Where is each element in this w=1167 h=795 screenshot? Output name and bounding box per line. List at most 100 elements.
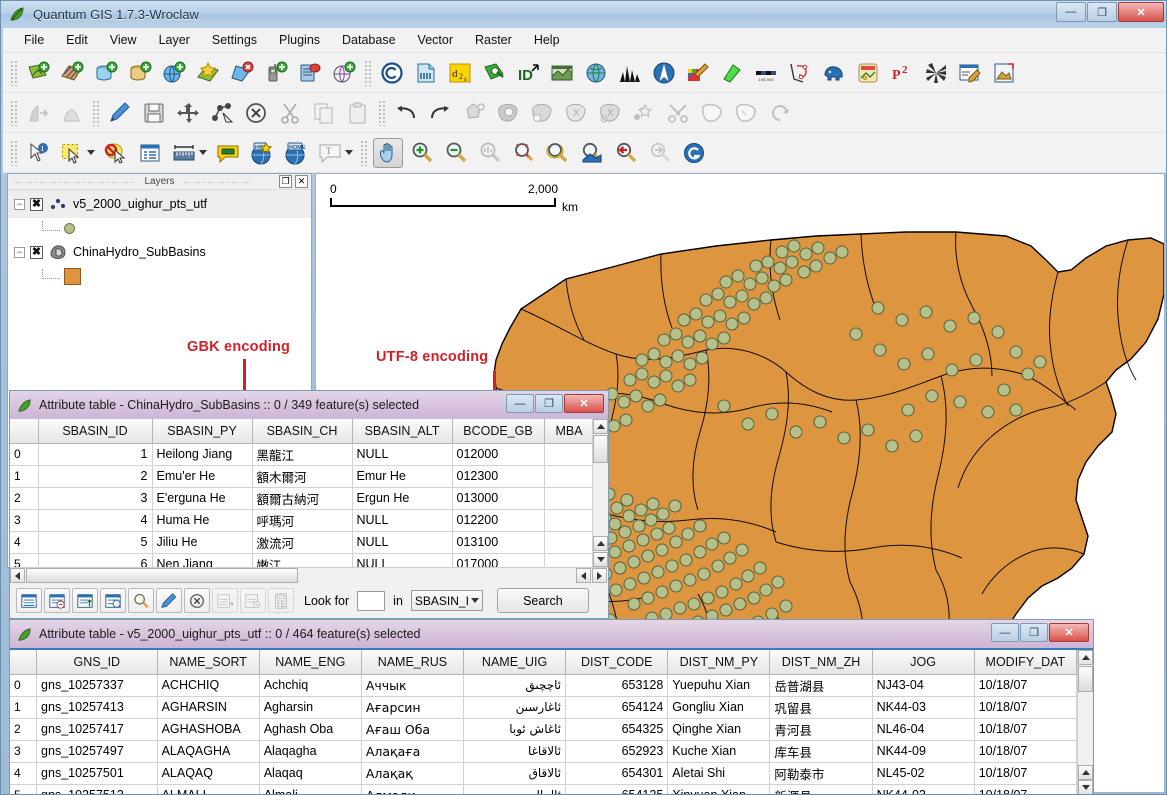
zoom-to-layer-extent-icon[interactable] <box>577 138 607 168</box>
cell-modify-dat[interactable]: 10/18/07 <box>974 740 1078 763</box>
kite-icon[interactable] <box>717 58 747 88</box>
minimize-button[interactable]: — <box>1056 2 1086 22</box>
redo-icon[interactable] <box>425 98 455 128</box>
expander-icon[interactable]: − <box>14 246 25 258</box>
cell-name-uig[interactable]: ئاچچىق <box>463 674 567 697</box>
scroll-right-button[interactable] <box>592 568 607 583</box>
scroll-up-button[interactable] <box>593 419 608 434</box>
gps-information-icon[interactable] <box>679 138 709 168</box>
cell-dist-nm-zh[interactable]: 阿勒泰市 <box>769 762 873 785</box>
cell-sbasin-id[interactable]: 4 <box>38 509 153 532</box>
toggle-editing-icon[interactable] <box>105 98 135 128</box>
cell-dist-code[interactable]: 654124 <box>565 696 669 719</box>
add-part-icon[interactable] <box>527 98 557 128</box>
cell-dist-code[interactable]: 654125 <box>565 784 669 794</box>
menu-edit[interactable]: Edit <box>55 30 99 50</box>
cell-dist-nm-zh[interactable]: 新源县 <box>769 784 873 794</box>
cell-sbasin-ch[interactable]: 激流河 <box>252 531 353 554</box>
col-header-name-uig[interactable]: NAME_UIG <box>463 650 567 675</box>
attr1-grid[interactable]: SBASIN_ID SBASIN_PY SBASIN_CH SBASIN_ALT… <box>10 419 608 576</box>
row-index[interactable]: 3 <box>10 740 38 763</box>
minimize-button[interactable]: — <box>506 394 534 413</box>
cell-name-rus[interactable]: Ағаш Оба <box>361 718 465 741</box>
toolbar-handle[interactable] <box>10 99 18 126</box>
copyright-label-icon[interactable] <box>377 58 407 88</box>
row-index[interactable]: 0 <box>10 674 38 697</box>
field-select-dropdown[interactable]: SBASIN_I <box>410 590 483 611</box>
zoom-next-icon[interactable] <box>645 138 675 168</box>
cell-name-rus[interactable]: Алмали <box>361 784 465 794</box>
scroll-thumb[interactable] <box>1078 666 1093 692</box>
table-row[interactable]: 1 2 Emu'er He 額木爾河 Emur He 012300 <box>10 465 595 488</box>
export-image-icon[interactable] <box>989 58 1019 88</box>
menu-layer[interactable]: Layer <box>148 30 201 50</box>
attr1-horizontal-scrollbar[interactable] <box>10 567 608 584</box>
cell-name-sort[interactable]: ALMALI <box>157 784 260 794</box>
menu-file[interactable]: File <box>13 30 55 50</box>
map-tips-icon[interactable] <box>213 138 243 168</box>
table-row[interactable]: 4 5 Jiliu He 激流河 NULL 013100 <box>10 531 595 554</box>
save-edits-icon[interactable] <box>139 98 169 128</box>
cell-sbasin-ch[interactable]: 呼瑪河 <box>252 509 353 532</box>
identify-results-icon[interactable]: ID <box>513 58 543 88</box>
undo-icon[interactable] <box>391 98 421 128</box>
diagram-overlay-icon[interactable]: d 2 s <box>445 58 475 88</box>
close-button[interactable]: ✕ <box>564 394 604 413</box>
row-index[interactable]: 3 <box>10 509 39 532</box>
add-wfs-layer-icon[interactable] <box>329 58 359 88</box>
delete-selected-icon[interactable] <box>241 98 271 128</box>
cell-dist-nm-zh[interactable]: 库车县 <box>769 740 873 763</box>
histogram-icon[interactable] <box>615 58 645 88</box>
copy-features-icon[interactable] <box>309 98 339 128</box>
rotate-point-symbols-icon[interactable] <box>765 98 795 128</box>
cell-dist-nm-zh[interactable]: 巩留县 <box>769 696 873 719</box>
row-index[interactable]: 4 <box>10 531 39 554</box>
scroll-thumb[interactable] <box>26 568 298 583</box>
col-header-modify-dat[interactable]: MODIFY_DAT <box>974 650 1078 675</box>
cell-dist-code[interactable]: 652923 <box>565 740 669 763</box>
cell-gns-id[interactable]: gns_10257417 <box>36 718 158 741</box>
cell-sbasin-ch[interactable]: 額木爾河 <box>252 465 353 488</box>
zoom-last-icon[interactable] <box>611 138 641 168</box>
cell-name-rus[interactable]: Алақаға <box>361 740 465 763</box>
cell-jog[interactable]: NL46-04 <box>872 718 975 741</box>
zoom-out-icon[interactable] <box>441 138 471 168</box>
cell-name-rus[interactable]: Алақақ <box>361 762 465 785</box>
openstreetmap-icon[interactable] <box>853 58 883 88</box>
cell-dist-code[interactable]: 654301 <box>565 762 669 785</box>
col-header-jog[interactable]: JOG <box>872 650 975 675</box>
search-button[interactable]: Search <box>496 588 589 613</box>
georeferencer-icon[interactable] <box>547 58 577 88</box>
col-header-dist-nm-zh[interactable]: DIST_NM_ZH <box>769 650 873 675</box>
scalebar-icon[interactable]: 1:50 000 <box>751 58 781 88</box>
cell-dist-code[interactable]: 654325 <box>565 718 669 741</box>
cell-name-eng[interactable]: Alaqagha <box>259 740 362 763</box>
measure-dropdown[interactable] <box>199 150 207 155</box>
cell-sbasin-ch[interactable]: 額爾古納河 <box>252 487 353 510</box>
reshape-features-icon[interactable] <box>629 98 659 128</box>
maximize-button[interactable]: ❐ <box>1020 623 1048 642</box>
cell-dist-nm-py[interactable]: Xinyuan Xian <box>667 784 771 794</box>
panel-close-button[interactable]: ✕ <box>295 175 308 188</box>
cell-sbasin-alt[interactable]: NULL <box>352 531 453 554</box>
expander-icon[interactable]: − <box>14 198 25 210</box>
panel-float-button[interactable]: ❐ <box>279 175 292 188</box>
cell-name-sort[interactable]: AGHARSIN <box>157 696 260 719</box>
zoom-to-layer-icon[interactable] <box>543 138 573 168</box>
cell-mba[interactable] <box>544 509 595 532</box>
col-header-name-eng[interactable]: NAME_ENG <box>259 650 362 675</box>
paste-features-icon[interactable] <box>343 98 373 128</box>
row-index[interactable]: 5 <box>10 784 38 794</box>
col-header-sbasin-id[interactable]: SBASIN_ID <box>38 419 153 444</box>
table-row[interactable]: 0 1 Heilong Jiang 黑龍江 NULL 012000 <box>10 443 595 466</box>
delete-ring-icon[interactable]: X <box>561 98 591 128</box>
layer-visibility-checkbox[interactable]: ✖ <box>30 197 43 211</box>
scroll-right-step-button[interactable] <box>576 568 591 583</box>
row-index[interactable]: 1 <box>10 696 38 719</box>
plugin-installer-icon[interactable] <box>479 58 509 88</box>
maximize-button[interactable]: ❐ <box>535 394 563 413</box>
cell-bcode-gb[interactable]: 012000 <box>452 443 545 466</box>
new-gpx-layer-icon[interactable] <box>261 58 291 88</box>
scroll-up-step-button[interactable] <box>593 536 608 551</box>
cell-bcode-gb[interactable]: 012300 <box>452 465 545 488</box>
